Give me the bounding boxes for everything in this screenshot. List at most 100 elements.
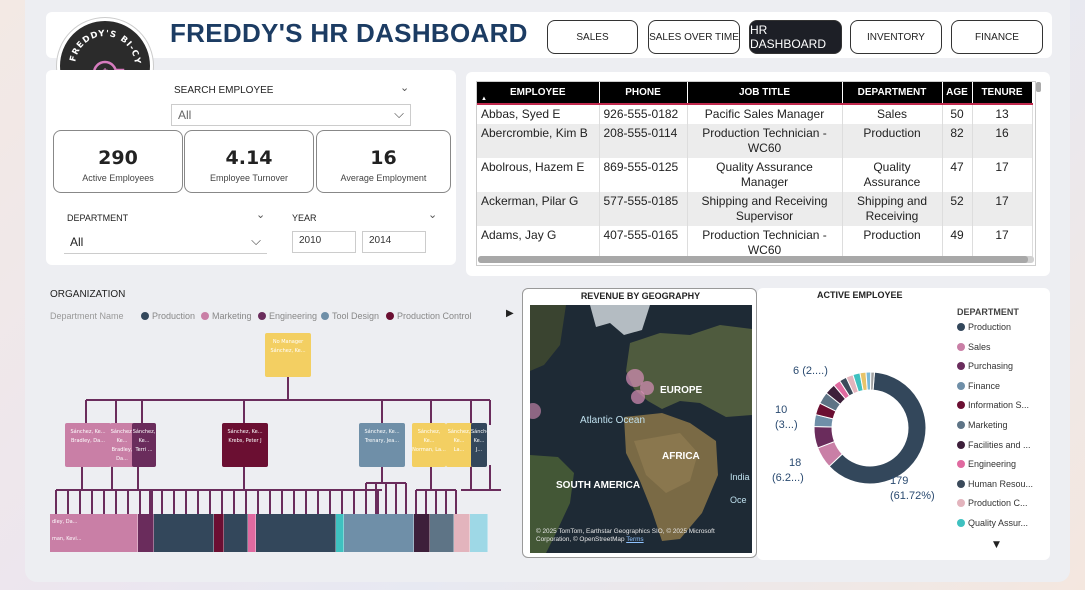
org-node-line2: Norman, La...	[412, 447, 446, 453]
sort-asc-icon: ▲	[481, 96, 487, 102]
org-node-manager[interactable]: Sánchez, Ke... J...	[471, 423, 487, 467]
org-leaf-group[interactable]	[336, 514, 344, 552]
table-cell: 577-555-0185	[599, 192, 688, 226]
donut-legend-item[interactable]: Facilities and ...	[957, 440, 1031, 450]
nav-sales-button[interactable]: SALES	[547, 20, 638, 54]
org-leaf-group[interactable]	[454, 514, 470, 552]
org-node-line2: Trenary, Jea...	[364, 438, 400, 444]
donut-legend-item[interactable]: Human Resou...	[957, 479, 1033, 489]
table-row[interactable]: Abercrombie, Kim B 208-555-0114 Production…	[477, 124, 1033, 158]
vertical-scrollbar[interactable]	[1036, 82, 1041, 92]
table-cell: 13	[972, 104, 1033, 124]
donut-legend-item[interactable]: Finance	[957, 381, 1000, 391]
org-node-manager[interactable]: Sánchez, Ke... Norman, La...	[412, 423, 446, 467]
org-leaf-group[interactable]	[344, 514, 414, 552]
table-cell: 869-555-0125	[599, 158, 688, 192]
donut-label-10: 10 (3...)	[775, 404, 798, 431]
org-node-line2: Terri ...	[135, 447, 153, 453]
donut-legend-label: Engineering	[968, 459, 1017, 470]
kpi-caption: Active Employees	[82, 173, 154, 183]
chevron-down-icon: ⌵	[251, 233, 261, 248]
table-cell: 47	[942, 158, 973, 192]
org-leaf-group[interactable]	[248, 514, 256, 552]
org-node-line1: Sánchez, Ke...	[110, 429, 134, 444]
org-leaf-group[interactable]	[224, 514, 248, 552]
legend-dot-icon	[957, 440, 965, 449]
donut-legend-item[interactable]: Quality Assur...	[957, 518, 1028, 528]
org-node-manager[interactable]: Sánchez, Ke... Bradley, Da...	[110, 423, 134, 467]
year-to-input[interactable]: 2014	[362, 231, 426, 253]
table-cell: Adams, Jay G	[477, 226, 600, 260]
nav-hr-dashboard-button[interactable]: HR DASHBOARD	[749, 20, 842, 54]
horizontal-scrollbar[interactable]	[478, 256, 1034, 263]
table-row[interactable]: Ackerman, Pilar G 577-555-0185 Shipping an…	[477, 192, 1033, 226]
kpi-active-employees: 290 Active Employees	[53, 130, 183, 193]
org-bottom-row[interactable]	[50, 514, 506, 552]
active-employee-panel: ACTIVE EMPLOYEE 6 (2....) 10 (3...) 18 (6.…	[757, 288, 1050, 560]
kpi-value: 16	[370, 147, 397, 169]
org-node-line2: Bradley, Da...	[111, 447, 133, 462]
department-select[interactable]: All ⌵	[64, 232, 267, 254]
org-leaf-group[interactable]	[414, 514, 430, 552]
table-cell: Production Technician - WC60	[687, 226, 843, 260]
org-leaf-group[interactable]	[430, 514, 454, 552]
table-row[interactable]: Adams, Jay G 407-555-0165 Production Techn…	[477, 226, 1033, 260]
org-leaf-group[interactable]	[470, 514, 488, 552]
org-node-manager[interactable]: Sánchez, Ke... Trenary, Jea...	[359, 423, 405, 467]
col-age[interactable]: AGE	[942, 82, 973, 105]
org-node-manager[interactable]: Sánchez, Ke... Terri ...	[132, 423, 156, 467]
world-map[interactable]: EUROPE Atlantic Ocean AFRICA SOUTH AMERI…	[530, 305, 752, 553]
org-node-root[interactable]: No Manager Sánchez, Ke...	[265, 333, 311, 377]
map-label-south-america: SOUTH AMERICA	[556, 480, 640, 491]
revenue-geography-panel: REVENUE BY GEOGRAPHY EUROPE Atlantic Oce…	[522, 288, 757, 558]
nav-finance-button[interactable]: FINANCE	[951, 20, 1043, 54]
table-cell: 50	[942, 104, 973, 124]
org-node-line1: Sánchez, Ke...	[227, 429, 263, 435]
table-cell: 16	[972, 124, 1033, 158]
donut-legend-item[interactable]: Information S...	[957, 400, 1029, 410]
org-node-line2: J...	[475, 447, 483, 453]
org-node-manager[interactable]: Sánchez, Ke... Bradley, Da...	[65, 423, 111, 467]
kpi-employee-turnover: 4.14 Employee Turnover	[184, 130, 314, 193]
donut-legend-label: Purchasing	[968, 361, 1014, 372]
org-node-line1: Sánchez, Ke...	[70, 429, 106, 435]
donut-legend-item[interactable]: Production C...	[957, 498, 1028, 508]
kpi-value: 4.14	[225, 147, 273, 169]
donut-legend-label: Production C...	[968, 498, 1028, 509]
org-leaf-group[interactable]	[214, 514, 224, 552]
org-node-manager[interactable]: Sánchez, Ke... La...	[446, 423, 472, 467]
org-leaf-group[interactable]	[256, 514, 336, 552]
col-phone[interactable]: PHONE	[599, 82, 688, 105]
year-from-input[interactable]: 2010	[292, 231, 356, 253]
donut-legend-item[interactable]: Marketing	[957, 420, 1008, 430]
employee-table-scroll[interactable]: EMPLOYEE ▲ PHONE JOB TITLE DEPARTMENT AGE…	[476, 81, 1036, 266]
donut-legend-item[interactable]: Sales	[957, 342, 991, 352]
table-cell: 407-555-0165	[599, 226, 688, 260]
nav-sales-over-time-button[interactable]: SALES OVER TIME	[648, 20, 740, 54]
org-leaf-group[interactable]	[138, 514, 154, 552]
col-tenure[interactable]: TENURE	[972, 82, 1033, 105]
donut-legend-item[interactable]: Purchasing	[957, 361, 1013, 371]
col-employee[interactable]: EMPLOYEE ▲	[477, 82, 600, 105]
map-terms-link[interactable]: Terms	[626, 536, 643, 543]
table-cell: 82	[942, 124, 973, 158]
chevron-down-icon[interactable]: ⌄	[400, 81, 409, 94]
map-label-europe: EUROPE	[660, 385, 703, 396]
legend-scroll-down-icon[interactable]: ▼	[993, 540, 1000, 550]
scrollbar-thumb[interactable]	[478, 256, 1028, 263]
table-cell: Abbas, Syed E	[477, 104, 600, 124]
donut-legend-item[interactable]: Engineering	[957, 459, 1016, 469]
table-row[interactable]: Abbas, Syed E 926-555-0182 Pacific Sales M…	[477, 104, 1033, 124]
org-leaf-group[interactable]	[154, 514, 214, 552]
chevron-down-icon[interactable]: ⌄	[256, 208, 265, 221]
search-employee-select[interactable]: All ⌵	[171, 104, 411, 126]
org-node-manager[interactable]: Sánchez, Ke... Krebs, Peter J	[222, 423, 268, 467]
col-job-title[interactable]: JOB TITLE	[687, 82, 843, 105]
chevron-down-icon[interactable]: ⌄	[428, 208, 437, 221]
org-node-line1: Sánchez, Ke...	[447, 429, 471, 444]
donut-legend-title: DEPARTMENT	[957, 307, 1019, 317]
col-department[interactable]: DEPARTMENT	[842, 82, 943, 105]
nav-inventory-button[interactable]: INVENTORY	[850, 20, 942, 54]
donut-legend-item[interactable]: Production	[957, 322, 1011, 332]
table-row[interactable]: Abolrous, Hazem E 869-555-0125 Quality Ass…	[477, 158, 1033, 192]
